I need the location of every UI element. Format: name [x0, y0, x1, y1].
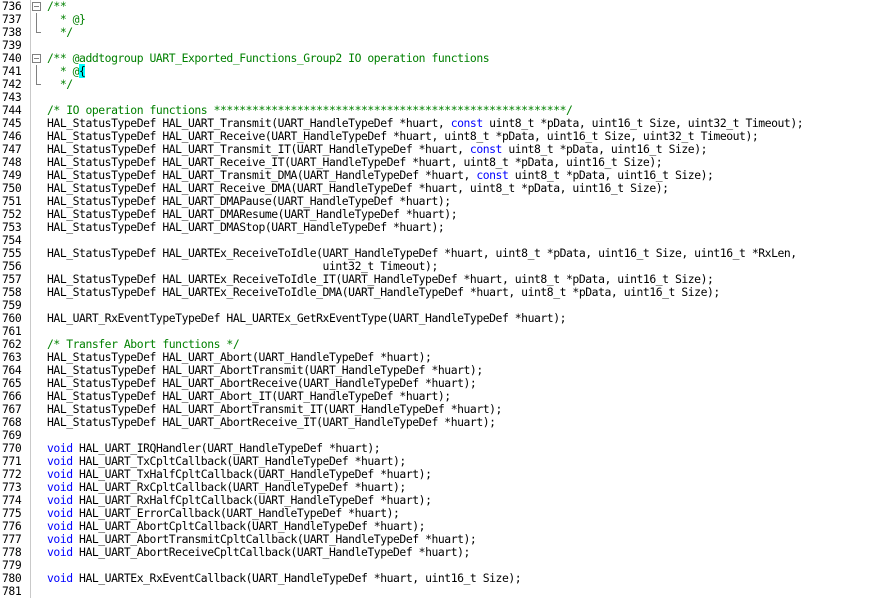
code-token: HAL_StatusTypeDef HAL_UARTEx_ReceiveToId… [47, 272, 714, 286]
code-token: HAL_UART_RxCpltCallback(UART_HandleTypeD… [72, 480, 406, 494]
fold-line-icon [31, 13, 43, 26]
code-token: HAL_StatusTypeDef HAL_UART_AbortTransmit… [47, 402, 502, 416]
keyword-token: void [47, 493, 73, 507]
code-area[interactable]: /** * @} *//** @addtogroup UART_Exported… [47, 0, 895, 598]
code-token: HAL_StatusTypeDef HAL_UART_DMAResume(UAR… [47, 207, 458, 221]
keyword-token: const [469, 142, 502, 156]
keyword-token: void [47, 454, 73, 468]
comment-token: /* IO operation functions **************… [47, 103, 573, 117]
keyword-token: void [47, 506, 73, 520]
code-token: HAL_StatusTypeDef HAL_UART_Abort_IT(UART… [47, 389, 451, 403]
code-token: HAL_UART_IRQHandler(UART_HandleTypeDef *… [72, 441, 381, 455]
code-token: HAL_StatusTypeDef HAL_UARTEx_ReceiveToId… [47, 285, 720, 299]
code-token: HAL_UART_RxEventTypeTypeDef HAL_UARTEx_G… [47, 311, 567, 325]
code-token: HAL_StatusTypeDef HAL_UART_AbortReceive_… [47, 415, 496, 429]
keyword-token: void [47, 545, 73, 559]
fold-collapse-icon[interactable] [31, 0, 43, 13]
comment-token: * @} [47, 12, 86, 26]
comment-token: */ [47, 25, 73, 39]
comment-token: */ [47, 77, 73, 91]
code-token: HAL_StatusTypeDef HAL_UART_DMAPause(UART… [47, 194, 451, 208]
code-token: HAL_StatusTypeDef HAL_UART_Abort(UART_Ha… [47, 350, 432, 364]
code-token: uint8_t *pData, uint16_t Size, uint32_t … [482, 116, 804, 130]
fold-collapse-icon[interactable] [31, 52, 43, 65]
code-line[interactable]: HAL_StatusTypeDef HAL_UARTEx_ReceiveToId… [47, 286, 720, 299]
code-token: uint8_t *pData, uint16_t Size); [501, 142, 708, 156]
keyword-token: void [47, 571, 73, 585]
code-line[interactable]: HAL_StatusTypeDef HAL_UART_DMAStop(UART_… [47, 220, 445, 234]
code-line[interactable]: */ [47, 78, 73, 91]
fold-line-icon [31, 65, 43, 78]
code-token: HAL_StatusTypeDef HAL_UART_Receive(UART_… [47, 129, 759, 143]
code-line[interactable]: HAL_StatusTypeDef HAL_UART_AbortReceive_… [47, 416, 496, 429]
code-token: HAL_StatusTypeDef HAL_UART_Receive_IT(UA… [47, 155, 663, 169]
comment-token: /* Transfer Abort functions */ [47, 337, 240, 351]
code-token: HAL_UART_TxCpltCallback(UART_HandleTypeD… [72, 454, 406, 468]
code-token: HAL_StatusTypeDef HAL_UART_AbortTransmit… [47, 363, 483, 377]
keyword-token: void [47, 441, 73, 455]
code-editor[interactable]: 736 737 738 739 740 741 742 743 744 745 746 747 748 7… [0, 0, 895, 598]
line-number: 781 [2, 584, 22, 598]
code-token: HAL_StatusTypeDef HAL_UART_DMAStop(UART_… [47, 220, 445, 234]
code-token: HAL_UART_ErrorCallback(UART_HandleTypeDe… [72, 506, 400, 520]
code-token: HAL_UART_TxHalfCpltCallback(UART_HandleT… [72, 467, 432, 481]
keyword-token: const [450, 116, 483, 130]
fold-end-icon [31, 26, 43, 39]
code-token: HAL_UART_AbortTransmitCpltCallback(UART_… [72, 532, 477, 546]
code-token: uint8_t *pData, uint16_t Size); [508, 168, 714, 182]
code-token: HAL_StatusTypeDef HAL_UART_Transmit_DMA(… [47, 168, 477, 182]
keyword-token: void [47, 519, 73, 533]
code-token: HAL_UART_AbortReceiveCpltCallback(UART_H… [72, 545, 470, 559]
code-token: uint32_t Timeout); [47, 259, 439, 273]
keyword-token: void [47, 467, 73, 481]
code-token: HAL_StatusTypeDef HAL_UART_AbortReceive(… [47, 376, 477, 390]
comment-token: * @ [47, 64, 80, 78]
line-number-gutter: 736 737 738 739 740 741 742 743 744 745 746 747 748 7… [0, 0, 31, 598]
keyword-token: const [476, 168, 509, 182]
code-line[interactable]: */ [47, 26, 73, 39]
code-token: HAL_StatusTypeDef HAL_UART_Receive_DMA(U… [47, 181, 669, 195]
comment-token: /** @addtogroup UART_Exported_Functions_… [47, 51, 490, 65]
keyword-token: void [47, 532, 73, 546]
code-line[interactable]: void HAL_UARTEx_RxEventCallback(UART_Han… [47, 571, 522, 585]
cursor-highlight: { [79, 64, 86, 78]
keyword-token: void [47, 480, 73, 494]
code-token: HAL_StatusTypeDef HAL_UART_Transmit(UART… [47, 116, 451, 130]
code-token: HAL_StatusTypeDef HAL_UART_Transmit_IT(U… [47, 142, 470, 156]
code-token: HAL_UART_AbortCpltCallback(UART_HandleTy… [72, 519, 426, 533]
code-token: HAL_UART_RxHalfCpltCallback(UART_HandleT… [72, 493, 432, 507]
code-token: HAL_UARTEx_RxEventCallback(UART_HandleTy… [72, 571, 522, 585]
code-line[interactable]: HAL_UART_RxEventTypeTypeDef HAL_UARTEx_G… [47, 312, 566, 325]
code-line[interactable]: void HAL_UART_AbortReceiveCpltCallback(U… [47, 546, 470, 559]
fold-end-icon [31, 78, 43, 91]
code-line[interactable]: /** @addtogroup UART_Exported_Functions_… [47, 51, 490, 65]
fold-margin [31, 0, 43, 598]
code-token: HAL_StatusTypeDef HAL_UARTEx_ReceiveToId… [47, 246, 797, 260]
